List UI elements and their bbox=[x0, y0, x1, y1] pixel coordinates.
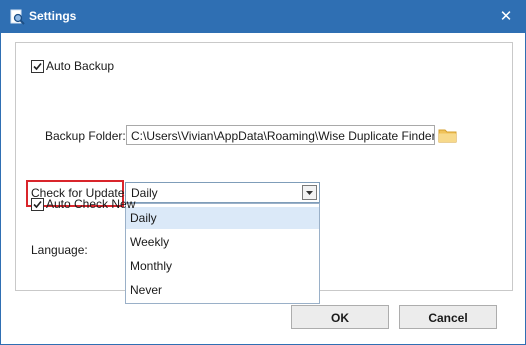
auto-check-checkbox[interactable] bbox=[31, 198, 44, 211]
option-daily[interactable]: Daily bbox=[126, 207, 319, 229]
window-title: Settings bbox=[29, 9, 77, 23]
backup-folder-label: Backup Folder: bbox=[45, 129, 126, 143]
update-frequency-dropdown[interactable]: Daily bbox=[125, 182, 320, 203]
update-frequency-list: Daily Weekly Monthly Never bbox=[125, 203, 320, 304]
ok-button[interactable]: OK bbox=[291, 305, 389, 329]
settings-content: Auto Backup Backup Folder: C:\Users\Vivi… bbox=[1, 33, 525, 344]
language-label: Language: bbox=[31, 243, 88, 257]
option-weekly[interactable]: Weekly bbox=[126, 231, 319, 253]
backup-folder-field[interactable]: C:\Users\Vivian\AppData\Roaming\Wise Dup… bbox=[126, 125, 435, 145]
browse-folder-button[interactable] bbox=[435, 125, 459, 145]
auto-backup-checkbox[interactable] bbox=[31, 60, 44, 73]
magnifier-document-icon bbox=[9, 9, 25, 25]
auto-check-label: Auto Check New bbox=[46, 197, 136, 211]
folder-icon bbox=[438, 129, 457, 143]
dropdown-arrow-button[interactable] bbox=[302, 185, 317, 200]
cancel-button[interactable]: Cancel bbox=[399, 305, 497, 329]
option-never[interactable]: Never bbox=[126, 279, 319, 301]
auto-backup-label: Auto Backup bbox=[46, 59, 115, 73]
close-icon: ✕ bbox=[499, 8, 513, 25]
close-button[interactable]: ✕ bbox=[497, 8, 515, 26]
option-monthly[interactable]: Monthly bbox=[126, 255, 319, 277]
settings-window: Settings ✕ Auto Backup Backup Folder: C:… bbox=[0, 0, 526, 345]
title-bar: Settings ✕ bbox=[1, 1, 525, 33]
chevron-down-icon bbox=[306, 191, 313, 195]
